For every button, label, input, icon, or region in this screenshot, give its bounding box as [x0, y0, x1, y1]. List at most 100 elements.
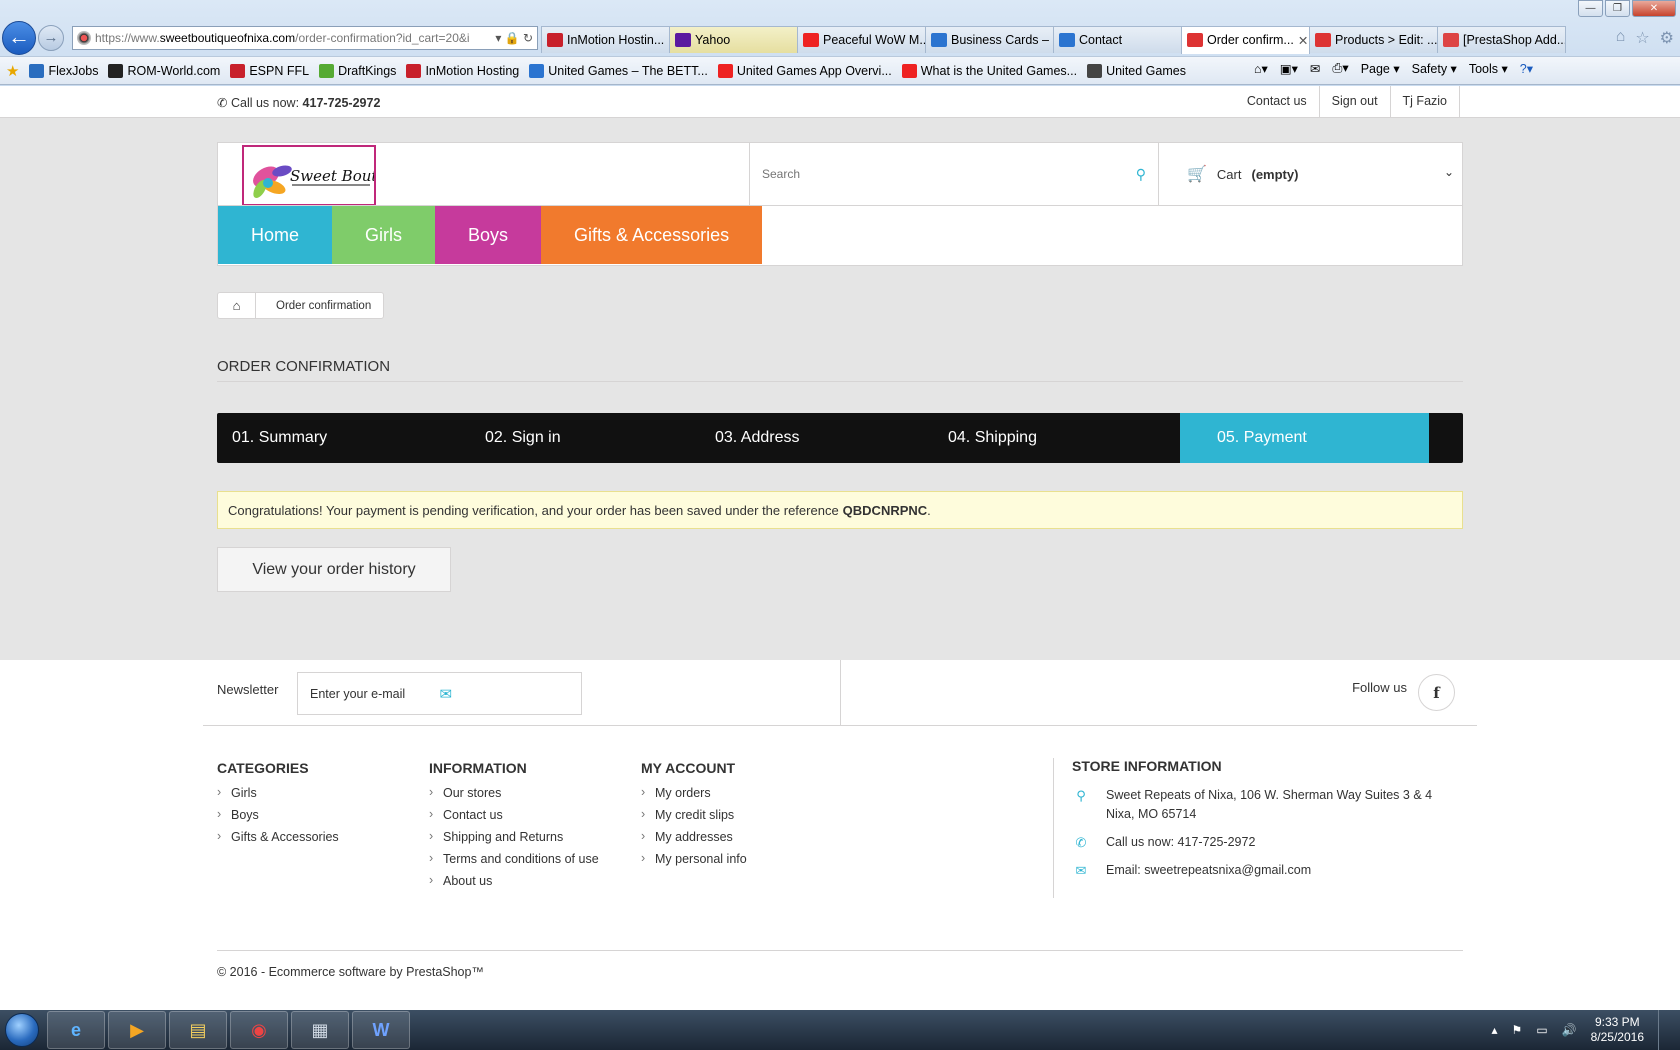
cart-icon: 🛒: [1187, 166, 1207, 183]
clock[interactable]: 9:33 PM 8/25/2016: [1591, 1015, 1644, 1045]
lock-refresh-icon[interactable]: ▾ 🔒 ↻: [495, 31, 537, 45]
search-icon[interactable]: ⚲: [1136, 166, 1146, 183]
safety-menu[interactable]: Safety ▾: [1412, 61, 1457, 76]
print-icon[interactable]: ⎙▾: [1332, 60, 1348, 76]
action-center-flag-icon[interactable]: ⚑: [1512, 1023, 1523, 1037]
favorites-star-icon[interactable]: ☆: [1635, 28, 1649, 48]
browser-tab[interactable]: InMotion Hostin...: [541, 26, 670, 53]
minimize-button[interactable]: —: [1578, 0, 1603, 17]
search-input[interactable]: [762, 167, 1136, 181]
step-summary[interactable]: 01. Summary: [217, 413, 466, 463]
favorite-link[interactable]: What is the United Games...: [901, 63, 1077, 78]
account-link[interactable]: My credit slips: [641, 807, 747, 822]
command-bar: ⌂▾ ▣▾ ✉ ⎙▾ Page ▾ Safety ▾ Tools ▾ ?▾: [1254, 60, 1533, 76]
chevron-down-icon[interactable]: ⌄: [1444, 165, 1454, 179]
tab-label: Peaceful WoW M...: [823, 33, 926, 47]
store-email[interactable]: Email: sweetrepeatsnixa@gmail.com: [1106, 861, 1311, 880]
favorite-link[interactable]: United Games – The BETT...: [529, 63, 708, 78]
information-link[interactable]: Terms and conditions of use: [429, 851, 599, 866]
information-link[interactable]: Contact us: [429, 807, 599, 822]
category-link[interactable]: Boys: [217, 807, 339, 822]
close-window-button[interactable]: ✕: [1632, 0, 1676, 17]
facebook-icon[interactable]: f: [1418, 674, 1455, 711]
ie-icon[interactable]: e: [47, 1011, 105, 1049]
menu-gifts-accessories[interactable]: Gifts & Accessories: [541, 206, 763, 264]
browser-right-icons: ⌂ ☆ ⚙: [1616, 28, 1674, 48]
back-button[interactable]: ←: [2, 21, 36, 55]
step-address[interactable]: 03. Address: [715, 413, 948, 463]
top-link-contact-us[interactable]: Contact us: [1235, 86, 1319, 118]
file-explorer-icon[interactable]: ▤: [169, 1011, 227, 1049]
top-link-tj-fazio[interactable]: Tj Fazio: [1389, 86, 1460, 118]
account-link[interactable]: My orders: [641, 785, 747, 800]
favorite-link[interactable]: ESPN FFL: [230, 63, 309, 78]
view-order-history-button[interactable]: View your order history: [217, 547, 451, 592]
mail-icon[interactable]: ✉: [1310, 61, 1320, 76]
maximize-button[interactable]: ❐: [1605, 0, 1630, 17]
main-menu: Home Girls Boys Gifts & Accessories: [218, 205, 1462, 264]
cart-widget[interactable]: 🛒 Cart (empty) ⌄: [1159, 143, 1464, 205]
youtube-icon: [803, 33, 819, 47]
cart-status: (empty): [1251, 166, 1299, 182]
step-sign-in[interactable]: 02. Sign in: [466, 413, 715, 463]
top-links: Contact us Sign out Tj Fazio: [1235, 86, 1460, 118]
address-bar[interactable]: https://www.sweetboutiqueofnixa.com/orde…: [72, 26, 538, 50]
favorite-link[interactable]: FlexJobs: [29, 63, 98, 78]
media-player-icon[interactable]: ▶: [108, 1011, 166, 1049]
category-link[interactable]: Girls: [217, 785, 339, 800]
browser-tab[interactable]: Peaceful WoW M...: [797, 26, 926, 53]
information-link[interactable]: Shipping and Returns: [429, 829, 599, 844]
network-icon[interactable]: ▭: [1536, 1023, 1547, 1037]
forward-button[interactable]: →: [38, 25, 64, 51]
information-link[interactable]: Our stores: [429, 785, 599, 800]
menu-girls[interactable]: Girls: [332, 206, 436, 264]
favorite-link[interactable]: InMotion Hosting: [406, 63, 519, 78]
word-icon[interactable]: W: [352, 1011, 410, 1049]
breadcrumb-home-icon[interactable]: ⌂: [218, 293, 256, 318]
checkout-steps: 01. Summary 02. Sign in 03. Address 04. …: [217, 413, 1463, 463]
page-title: Order confirmation: [217, 358, 1463, 382]
browser-tab[interactable]: Order confirm... ✕: [1181, 26, 1310, 54]
help-icon[interactable]: ?▾: [1520, 61, 1533, 76]
category-link[interactable]: Gifts & Accessories: [217, 829, 339, 844]
favorite-link[interactable]: ROM-World.com: [108, 63, 220, 78]
envelope-icon[interactable]: ✉: [440, 685, 570, 703]
chrome-icon[interactable]: ◉: [230, 1011, 288, 1049]
close-tab-icon[interactable]: ✕: [1298, 33, 1308, 48]
store-address: Sweet Repeats of Nixa, 106 W. Sherman Wa…: [1106, 788, 1433, 821]
browser-tab[interactable]: Yahoo: [669, 26, 798, 53]
page-menu[interactable]: Page ▾: [1361, 61, 1400, 76]
inmotion-icon: [406, 63, 422, 78]
tools-menu[interactable]: Tools ▾: [1469, 61, 1508, 76]
favorite-link[interactable]: United Games App Overvi...: [717, 63, 892, 78]
favorite-link[interactable]: DraftKings: [319, 63, 396, 78]
home-icon[interactable]: ⌂: [1616, 28, 1626, 48]
top-nav: ✆ Call us now: 417-725-2972 Contact us Si…: [0, 86, 1680, 118]
settings-gear-icon[interactable]: ⚙: [1660, 28, 1674, 48]
step-shipping[interactable]: 04. Shipping: [948, 413, 1180, 463]
footer: Newsletter Enter your e-mail ✉ Follow us…: [0, 660, 1680, 1010]
browser-tab[interactable]: Business Cards – ...: [925, 26, 1054, 53]
calculator-icon[interactable]: ▦: [291, 1011, 349, 1049]
top-link-sign-out[interactable]: Sign out: [1318, 86, 1390, 118]
browser-tab[interactable]: Contact: [1053, 26, 1182, 53]
favorites-star-button[interactable]: ★: [6, 62, 19, 80]
site-logo[interactable]: Sweet Boutique: [242, 145, 376, 206]
show-desktop-button[interactable]: [1658, 1010, 1668, 1050]
home-page-icon[interactable]: ⌂▾: [1254, 61, 1268, 76]
newsletter-email-field[interactable]: Enter your e-mail ✉: [297, 672, 582, 715]
account-link[interactable]: My personal info: [641, 851, 747, 866]
tab-label: [PrestaShop Add...: [1463, 33, 1566, 47]
volume-icon[interactable]: 🔊: [1562, 1023, 1577, 1037]
information-link[interactable]: About us: [429, 873, 599, 888]
menu-boys[interactable]: Boys: [435, 206, 542, 264]
account-link[interactable]: My addresses: [641, 829, 747, 844]
browser-tab[interactable]: Products > Edit: ...: [1309, 26, 1438, 53]
feeds-icon[interactable]: ▣▾: [1280, 61, 1298, 76]
browser-tab[interactable]: [PrestaShop Add...: [1437, 26, 1566, 53]
favorite-link[interactable]: United Games: [1087, 63, 1186, 78]
windows-orb-icon: [5, 1013, 39, 1047]
show-hidden-icons-icon[interactable]: ▴: [1492, 1023, 1498, 1037]
menu-home[interactable]: Home: [218, 206, 333, 264]
start-button[interactable]: [0, 1010, 44, 1050]
